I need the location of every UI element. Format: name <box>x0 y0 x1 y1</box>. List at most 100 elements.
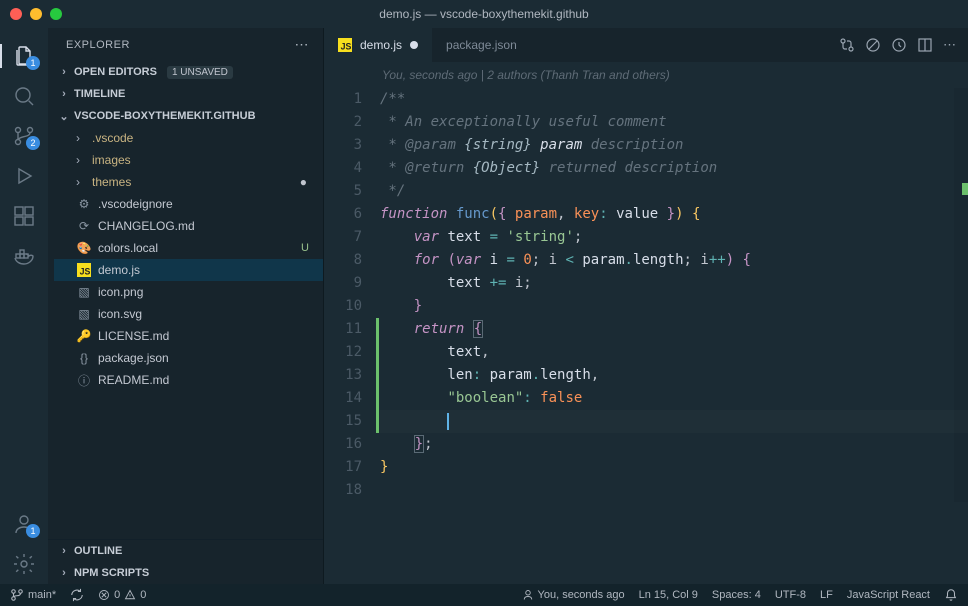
status-sync[interactable] <box>70 588 84 602</box>
line-number: 1 <box>324 88 362 111</box>
tab-package-json[interactable]: package.json <box>432 28 531 62</box>
file-name: .vscodeignore <box>98 197 173 211</box>
circle-slash-icon[interactable] <box>865 37 881 53</box>
folder-name: themes <box>92 175 131 189</box>
section-workspace[interactable]: ⌄ VSCODE-BOXYTHEMEKIT.GITHUB <box>48 105 323 127</box>
git-compare-icon[interactable] <box>839 37 855 53</box>
status-notifications[interactable] <box>944 588 958 602</box>
activity-explorer[interactable]: 1 <box>0 36 48 76</box>
status-branch[interactable]: main* <box>10 588 56 602</box>
status-encoding[interactable]: UTF-8 <box>775 589 806 601</box>
line-number: 11 <box>324 318 362 341</box>
section-npm-scripts[interactable]: › NPM SCRIPTS <box>48 562 323 584</box>
blame-annotation: You, seconds ago | 2 authors (Thanh Tran… <box>324 62 968 88</box>
warning-icon <box>124 589 136 601</box>
play-icon <box>12 164 36 188</box>
gear-icon: ⚙ <box>76 197 92 211</box>
line-number: 4 <box>324 157 362 180</box>
editor-area: JS demo.js package.json ⋯ You, seconds a… <box>324 28 968 584</box>
unsaved-badge: 1 UNSAVED <box>167 66 233 79</box>
git-status: U <box>301 242 309 254</box>
code-editor[interactable]: 123456789101112131415161718 /** * An exc… <box>324 88 968 502</box>
section-timeline[interactable]: › TIMELINE <box>48 83 323 105</box>
section-label: TIMELINE <box>74 88 125 100</box>
person-icon <box>522 589 534 601</box>
minimap[interactable] <box>954 88 968 502</box>
line-number: 15 <box>324 410 362 433</box>
activity-docker[interactable] <box>0 236 48 276</box>
line-number: 2 <box>324 111 362 134</box>
activity-settings[interactable] <box>0 544 48 584</box>
error-icon <box>98 589 110 601</box>
file-tree: › .vscode ›images › themes ● ⚙ .vscodeignore ⟳ CH… <box>48 127 323 391</box>
activity-scm[interactable]: 2 <box>0 116 48 156</box>
activity-search[interactable] <box>0 76 48 116</box>
chevron-right-icon: › <box>58 66 70 78</box>
sidebar-title: EXPLORER <box>66 39 130 51</box>
folder-name: .vscode <box>92 131 133 145</box>
status-eol[interactable]: LF <box>820 589 833 601</box>
line-number: 14 <box>324 387 362 410</box>
file-name: icon.png <box>98 285 143 299</box>
file-item[interactable]: ⟳ CHANGELOG.md <box>54 215 323 237</box>
minimap-change-marker <box>962 183 968 195</box>
split-icon[interactable] <box>917 37 933 53</box>
activity-accounts[interactable]: 1 <box>0 504 48 544</box>
svg-text:JS: JS <box>80 266 91 276</box>
explorer-badge: 1 <box>26 56 40 70</box>
modified-dot-icon: ● <box>300 175 307 189</box>
diff-added-marker <box>376 318 379 433</box>
file-item[interactable]: JSdemo.js <box>54 259 323 281</box>
folder-item[interactable]: › themes ● <box>54 171 323 193</box>
docker-icon <box>12 244 36 268</box>
window-maximize-button[interactable] <box>50 8 62 20</box>
activity-extensions[interactable] <box>0 196 48 236</box>
image-icon: ▧ <box>76 307 92 321</box>
file-name: CHANGELOG.md <box>98 219 195 233</box>
palette-icon: 🎨 <box>76 241 92 255</box>
more-actions-icon[interactable]: ⋯ <box>943 37 956 53</box>
line-number: 8 <box>324 249 362 272</box>
file-item[interactable]: ⚙ .vscodeignore <box>54 193 323 215</box>
titlebar: demo.js — vscode-boxythemekit.github <box>0 0 968 28</box>
window-close-button[interactable] <box>10 8 22 20</box>
status-cursor-position[interactable]: Ln 15, Col 9 <box>639 589 698 601</box>
section-open-editors[interactable]: › OPEN EDITORS 1 UNSAVED <box>48 61 323 83</box>
file-item[interactable]: 🎨 colors.local U <box>54 237 323 259</box>
js-icon: JS <box>338 38 352 52</box>
file-item[interactable]: {}package.json <box>54 347 323 369</box>
activity-debug[interactable] <box>0 156 48 196</box>
bell-icon <box>944 588 958 602</box>
chevron-right-icon: › <box>76 175 86 189</box>
status-indentation[interactable]: Spaces: 4 <box>712 589 761 601</box>
status-blame[interactable]: You, seconds ago <box>522 589 625 601</box>
file-name: colors.local <box>98 241 158 255</box>
chevron-right-icon: › <box>58 88 70 100</box>
tab-label: demo.js <box>360 38 402 52</box>
file-item[interactable]: ▧ icon.png <box>54 281 323 303</box>
history-icon: ⟳ <box>76 219 92 233</box>
folder-item[interactable]: ›images <box>54 149 323 171</box>
tab-demo-js[interactable]: JS demo.js <box>324 28 432 62</box>
key-icon: 🔑 <box>76 329 92 343</box>
file-name: README.md <box>98 373 169 387</box>
status-language[interactable]: JavaScript React <box>847 589 930 601</box>
sidebar-more-icon[interactable]: ⋯ <box>295 36 310 53</box>
window-minimize-button[interactable] <box>30 8 42 20</box>
line-number: 7 <box>324 226 362 249</box>
line-number: 12 <box>324 341 362 364</box>
section-outline[interactable]: › OUTLINE <box>48 540 323 562</box>
svg-text:JS: JS <box>341 41 352 51</box>
file-item[interactable]: 🔑LICENSE.md <box>54 325 323 347</box>
image-icon: ▧ <box>76 285 92 299</box>
status-problems[interactable]: 0 0 <box>98 589 146 601</box>
file-item[interactable]: ▧icon.svg <box>54 303 323 325</box>
chevron-right-icon: › <box>76 131 86 145</box>
folder-name: images <box>92 153 131 167</box>
line-gutter: 123456789101112131415161718 <box>324 88 380 502</box>
json-icon: {} <box>76 351 92 365</box>
file-item[interactable]: ⓘREADME.md <box>54 369 323 391</box>
folder-item[interactable]: › .vscode <box>54 127 323 149</box>
history-icon[interactable] <box>891 37 907 53</box>
status-bar: main* 0 0 You, seconds ago Ln 15, Col 9 … <box>0 584 968 606</box>
